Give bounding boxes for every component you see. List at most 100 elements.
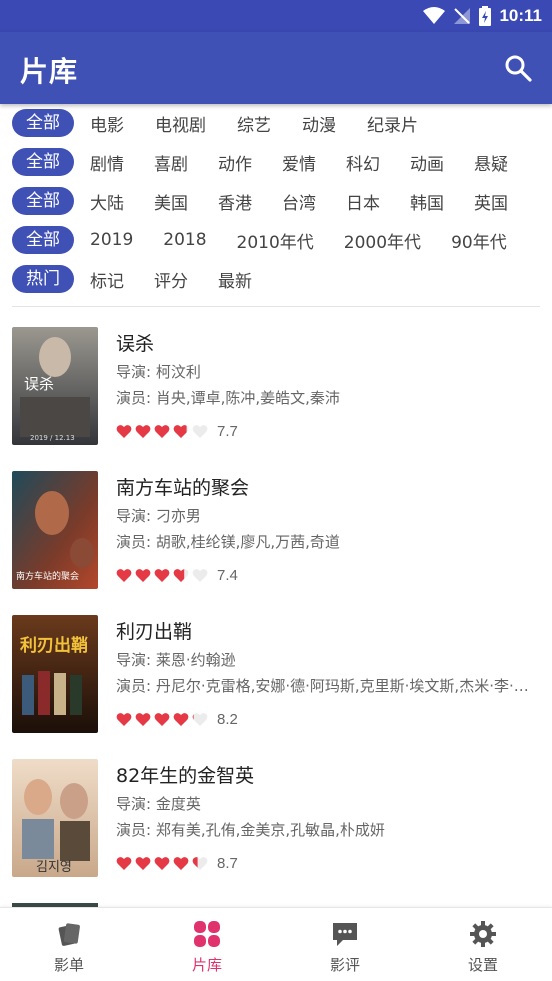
cards-icon [58, 923, 80, 946]
nav-item-reviews[interactable]: 影评 [276, 908, 414, 981]
heart-icon [192, 712, 208, 726]
filter-chip[interactable]: 日本 [346, 189, 380, 214]
status-icons: 10:11 [423, 0, 542, 32]
movie-poster[interactable]: 南方车站的聚会 [12, 471, 98, 589]
nav-label: 影评 [329, 956, 360, 974]
nav-item-lists[interactable]: 影单 [0, 908, 138, 981]
filter-chip[interactable]: 韩国 [410, 189, 444, 214]
filter-chip[interactable]: 动作 [218, 150, 252, 175]
filter-chip[interactable]: 电影 [90, 111, 124, 136]
rating-hearts: 8.2 [116, 709, 238, 729]
filter-chip[interactable]: 评分 [154, 267, 188, 292]
movie-director: 导演: 柯汶利 [116, 363, 201, 381]
status-time: 10:11 [499, 6, 542, 25]
heart-icon [192, 424, 208, 438]
poster-date: 2019 / 12.13 [30, 434, 75, 442]
filter-chip[interactable]: 纪录片 [367, 111, 418, 136]
movie-item[interactable]: 김지영 82年生的金智英 导演: 金度英 演员: 郑有美,孔侑,金美京,孔敏晶,… [12, 759, 540, 879]
nav-item-settings[interactable]: 设置 [414, 908, 552, 981]
movie-poster[interactable]: 利刃出鞘 [12, 615, 98, 733]
heart-icon [135, 568, 151, 582]
heart-icon [116, 856, 132, 870]
filter-chip-active[interactable]: 全部 [12, 226, 74, 254]
filter-chip[interactable]: 剧情 [90, 150, 124, 175]
poster-title: 南方车站的聚会 [16, 570, 79, 582]
wifi-icon [423, 7, 446, 24]
heart-icon [135, 424, 151, 438]
filter-chip[interactable]: 香港 [218, 189, 252, 214]
battery-icon [479, 6, 492, 26]
divider [12, 306, 540, 307]
grid-icon [194, 921, 220, 947]
filter-chip[interactable]: 2019 [90, 230, 133, 250]
heart-icon [135, 712, 151, 726]
filter-chip[interactable]: 最新 [218, 267, 252, 292]
filter-chip-active[interactable]: 全部 [12, 187, 74, 215]
movie-title: 南方车站的聚会 [116, 477, 250, 499]
app-bar: 片库 [0, 32, 552, 104]
chat-icon [333, 923, 357, 946]
filter-chip-active[interactable]: 全部 [12, 148, 74, 176]
filter-row-sort: 热门 标记 评分 最新 [12, 264, 252, 294]
heart-icon [116, 712, 132, 726]
heart-icon [173, 856, 189, 870]
heart-icon [173, 712, 189, 726]
nav-label: 影单 [53, 956, 84, 974]
bottom-nav: 影单 片库 影评 设置 [0, 907, 552, 981]
heart-icon [173, 424, 189, 438]
filter-chip[interactable]: 动漫 [302, 111, 336, 136]
filter-chip[interactable]: 英国 [474, 189, 508, 214]
heart-icon [173, 568, 189, 582]
rating-hearts: 7.4 [116, 565, 238, 585]
heart-icon [116, 424, 132, 438]
filter-chip[interactable]: 喜剧 [154, 150, 188, 175]
movie-item[interactable]: 利刃出鞘 利刃出鞘 导演: 莱恩·约翰逊 演员: 丹尼尔·克雷格,安娜·德·阿玛… [12, 615, 540, 735]
heart-icon [135, 856, 151, 870]
nav-label: 设置 [467, 956, 498, 974]
heart-icon [192, 856, 208, 870]
filter-chip[interactable]: 标记 [90, 267, 124, 292]
status-bar: 10:11 [0, 0, 552, 32]
heart-icon [192, 568, 208, 582]
filter-row-year: 全部 2019 2018 2010年代 2000年代 90年代 [12, 225, 507, 255]
filter-chip-active[interactable]: 全部 [12, 109, 74, 137]
nav-label: 片库 [191, 956, 222, 974]
movie-director: 导演: 莱恩·约翰逊 [116, 651, 236, 669]
nav-item-library[interactable]: 片库 [138, 908, 276, 981]
filter-chip[interactable]: 2000年代 [344, 228, 421, 253]
no-signal-icon [454, 8, 471, 24]
heart-icon [154, 424, 170, 438]
movie-cast: 演员: 郑有美,孔侑,金美京,孔敏晶,朴成妍 [116, 821, 385, 839]
gear-icon [470, 921, 496, 947]
filter-chip[interactable]: 综艺 [237, 111, 271, 136]
heart-icon [154, 712, 170, 726]
filter-chip-active[interactable]: 热门 [12, 265, 74, 293]
filter-row-region: 全部 大陆 美国 香港 台湾 日本 韩国 英国 [12, 186, 508, 216]
heart-icon [116, 568, 132, 582]
heart-icon [154, 568, 170, 582]
movie-poster[interactable]: 김지영 [12, 759, 98, 877]
movie-title: 82年生的金智英 [116, 765, 255, 787]
movie-item[interactable]: 南方车站的聚会 南方车站的聚会 导演: 刁亦男 演员: 胡歌,桂纶镁,廖凡,万茜… [12, 471, 540, 591]
filter-chip[interactable]: 2010年代 [237, 228, 314, 253]
filter-chip[interactable]: 2018 [163, 230, 206, 250]
filter-chip[interactable]: 大陆 [90, 189, 124, 214]
filter-chip[interactable]: 台湾 [282, 189, 316, 214]
filter-chip[interactable]: 科幻 [346, 150, 380, 175]
movie-item[interactable]: 误杀 2019 / 12.13 误杀 导演: 柯汶利 演员: 肖央,谭卓,陈冲,… [12, 327, 540, 447]
movie-cast: 演员: 丹尼尔·克雷格,安娜·德·阿玛斯,克里斯·埃文斯,杰米·李·柯蒂斯 [116, 677, 536, 695]
filter-chip[interactable]: 动画 [410, 150, 444, 175]
filter-chip[interactable]: 美国 [154, 189, 188, 214]
movie-poster[interactable]: 误杀 2019 / 12.13 [12, 327, 98, 445]
rating-score: 7.4 [217, 566, 238, 584]
movie-director: 导演: 刁亦男 [116, 507, 201, 525]
filter-chip[interactable]: 电视剧 [155, 111, 206, 136]
heart-icon [154, 856, 170, 870]
filter-chip[interactable]: 悬疑 [474, 150, 508, 175]
search-icon[interactable] [504, 54, 532, 82]
filter-row-type: 全部 电影 电视剧 综艺 动漫 纪录片 [12, 108, 418, 138]
filter-chip[interactable]: 90年代 [451, 228, 507, 253]
filter-chip[interactable]: 爱情 [282, 150, 316, 175]
poster-title: 利刃出鞘 [20, 635, 88, 656]
movie-cast: 演员: 肖央,谭卓,陈冲,姜皓文,秦沛 [116, 389, 340, 407]
